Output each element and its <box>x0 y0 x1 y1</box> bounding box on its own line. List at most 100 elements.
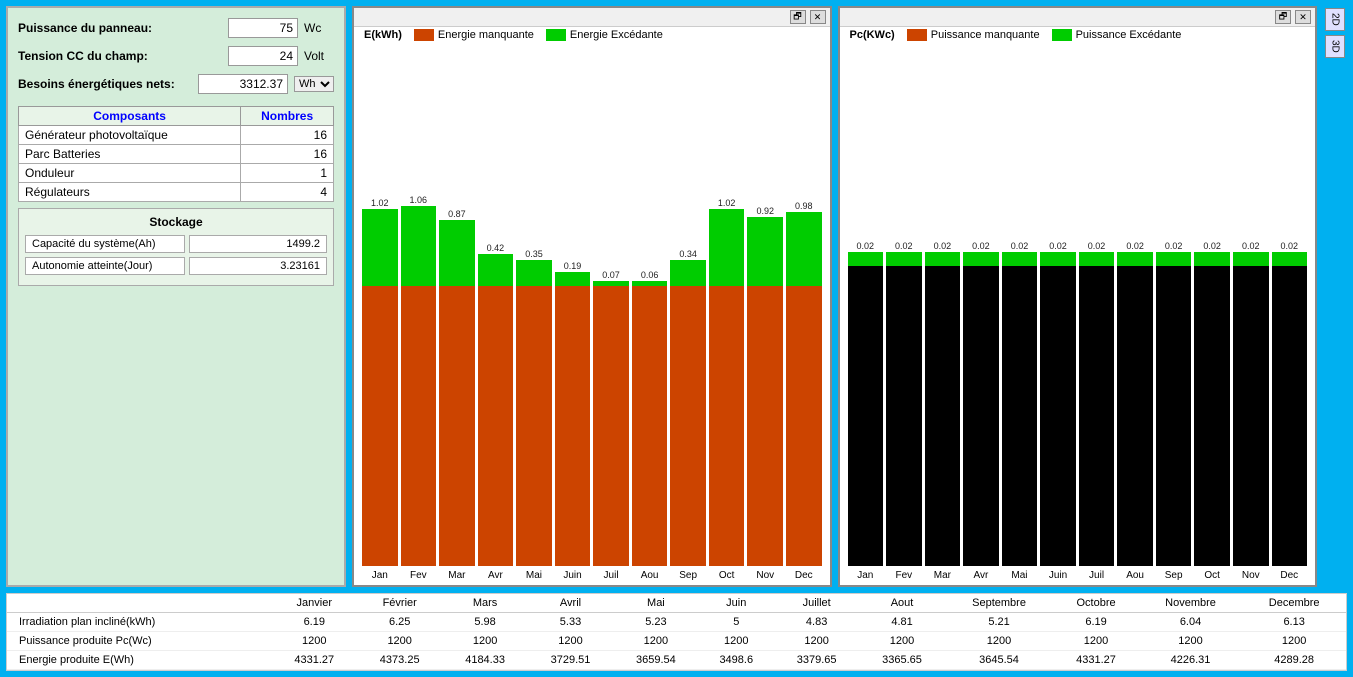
table-header-cell: Mars <box>442 594 527 613</box>
bar-green <box>886 252 922 266</box>
x-label: Jan <box>848 570 884 581</box>
bar-orange <box>439 286 475 566</box>
row-value: 3659.54 <box>613 651 698 670</box>
table-header-cell: Octobre <box>1053 594 1138 613</box>
table-header-cell: Decembre <box>1242 594 1346 613</box>
charts-area: 🗗 ✕ E(kWh) Energie manquante Energie Exc… <box>352 6 1317 587</box>
bar-col: 0.02 <box>925 241 961 566</box>
bar-green <box>439 220 475 286</box>
bar-black <box>886 266 922 566</box>
chart1-close-btn[interactable]: ✕ <box>810 10 826 24</box>
chart2-xaxis: JanFevMarAvrMaiJuinJuilAouSepOctNovDec <box>848 566 1308 585</box>
row-value: 6.19 <box>272 613 357 632</box>
bar-orange <box>786 286 822 566</box>
bar-black <box>1272 266 1308 566</box>
bar-green-value: 0.02 <box>1203 241 1221 251</box>
row-value: 3365.65 <box>859 651 944 670</box>
row-value: 1200 <box>945 632 1054 651</box>
chart1-min-btn[interactable]: 🗗 <box>790 10 806 24</box>
3d-button[interactable]: 3D <box>1325 35 1345 58</box>
bar-green <box>1002 252 1038 266</box>
x-label: Dec <box>1272 570 1308 581</box>
bar-col: 0.42 <box>478 243 514 566</box>
x-label: Mai <box>516 570 552 581</box>
bar-col: 0.19 <box>555 261 591 566</box>
bar-green-value: 0.02 <box>1088 241 1106 251</box>
row-value: 5 <box>699 613 774 632</box>
bar-col: 0.34 <box>670 249 706 566</box>
x-label: Juin <box>555 570 591 581</box>
2d-button[interactable]: 2D <box>1325 8 1345 31</box>
bar-black <box>1040 266 1076 566</box>
bar-col: 0.02 <box>1156 241 1192 566</box>
x-label: Mai <box>1002 570 1038 581</box>
bar-black <box>1079 266 1115 566</box>
bar-green-value: 0.02 <box>1242 241 1260 251</box>
table-header-row: JanvierFévrierMarsAvrilMaiJuinJuilletAou… <box>7 594 1346 613</box>
chart2-close-btn[interactable]: ✕ <box>1295 10 1311 24</box>
chart2-min-btn[interactable]: 🗗 <box>1275 10 1291 24</box>
row-value: 4373.25 <box>357 651 442 670</box>
bar-green-value: 0.02 <box>1049 241 1067 251</box>
besoins-input[interactable] <box>198 74 288 94</box>
bar-black <box>1002 266 1038 566</box>
chart2-legend: Pc(KWc) Puissance manquante Puissance Ex… <box>840 27 1316 43</box>
row-value: 6.25 <box>357 613 442 632</box>
row-value: 3379.65 <box>774 651 859 670</box>
x-label: Mar <box>925 570 961 581</box>
table-header-cell: Juin <box>699 594 774 613</box>
power-chart-window: 🗗 ✕ Pc(KWc) Puissance manquante Puissanc… <box>838 6 1318 587</box>
bar-green <box>747 217 783 286</box>
bar-green-value: 0.02 <box>895 241 913 251</box>
bar-green-value: 0.02 <box>972 241 990 251</box>
component-value: 4 <box>241 183 334 202</box>
bar-black <box>1194 266 1230 566</box>
x-label: Juil <box>593 570 629 581</box>
bar-green <box>848 252 884 266</box>
table-row: Irradiation plan incliné(kWh)6.196.255.9… <box>7 613 1346 632</box>
autonomie-label: Autonomie atteinte(Jour) <box>25 257 185 275</box>
legend2-green-label: Puissance Excédante <box>1076 29 1182 41</box>
bar-col: 0.06 <box>632 270 668 566</box>
bar-green-value: 0.02 <box>1126 241 1144 251</box>
bar-green <box>555 272 591 286</box>
table-header-cell <box>7 594 272 613</box>
legend-red-item: Energie manquante <box>414 29 534 41</box>
besoins-label: Besoins énergétiques nets: <box>18 77 192 91</box>
bar-green <box>1040 252 1076 266</box>
row-value: 5.98 <box>442 613 527 632</box>
bar-green-value: 0.02 <box>1011 241 1029 251</box>
tension-input[interactable] <box>228 46 298 66</box>
tension-label: Tension CC du champ: <box>18 49 222 63</box>
bar-col: 0.02 <box>886 241 922 566</box>
row-value: 5.23 <box>613 613 698 632</box>
puissance-input[interactable] <box>228 18 298 38</box>
table-header-cell: Septembre <box>945 594 1054 613</box>
bar-black <box>1233 266 1269 566</box>
table-header-cell: Février <box>357 594 442 613</box>
table-header-cell: Juillet <box>774 594 859 613</box>
chart1-bars-area: 1.021.060.870.420.350.190.070.060.341.02… <box>354 43 830 585</box>
x-label: Mar <box>439 570 475 581</box>
row-value: 5.21 <box>945 613 1054 632</box>
bar-green-value: 1.06 <box>410 195 428 205</box>
row-label: Irradiation plan incliné(kWh) <box>7 613 272 632</box>
bar-orange <box>516 286 552 566</box>
component-value: 16 <box>241 145 334 164</box>
bar-orange <box>747 286 783 566</box>
bar-green <box>401 206 437 286</box>
col-composants: Composants <box>19 107 241 126</box>
energy-chart-window: 🗗 ✕ E(kWh) Energie manquante Energie Exc… <box>352 6 832 587</box>
bar-green <box>478 254 514 286</box>
table-header-cell: Novembre <box>1139 594 1243 613</box>
component-name: Régulateurs <box>19 183 241 202</box>
chart1-legend: E(kWh) Energie manquante Energie Excédan… <box>354 27 830 43</box>
puissance-label: Puissance du panneau: <box>18 21 222 35</box>
x-label: Oct <box>1194 570 1230 581</box>
x-label: Sep <box>670 570 706 581</box>
x-label: Nov <box>747 570 783 581</box>
x-label: Avr <box>478 570 514 581</box>
left-panel: Puissance du panneau: Wc Tension CC du c… <box>6 6 346 587</box>
row-value: 1200 <box>613 632 698 651</box>
besoins-unit-select[interactable]: Wh kWh <box>294 76 334 92</box>
